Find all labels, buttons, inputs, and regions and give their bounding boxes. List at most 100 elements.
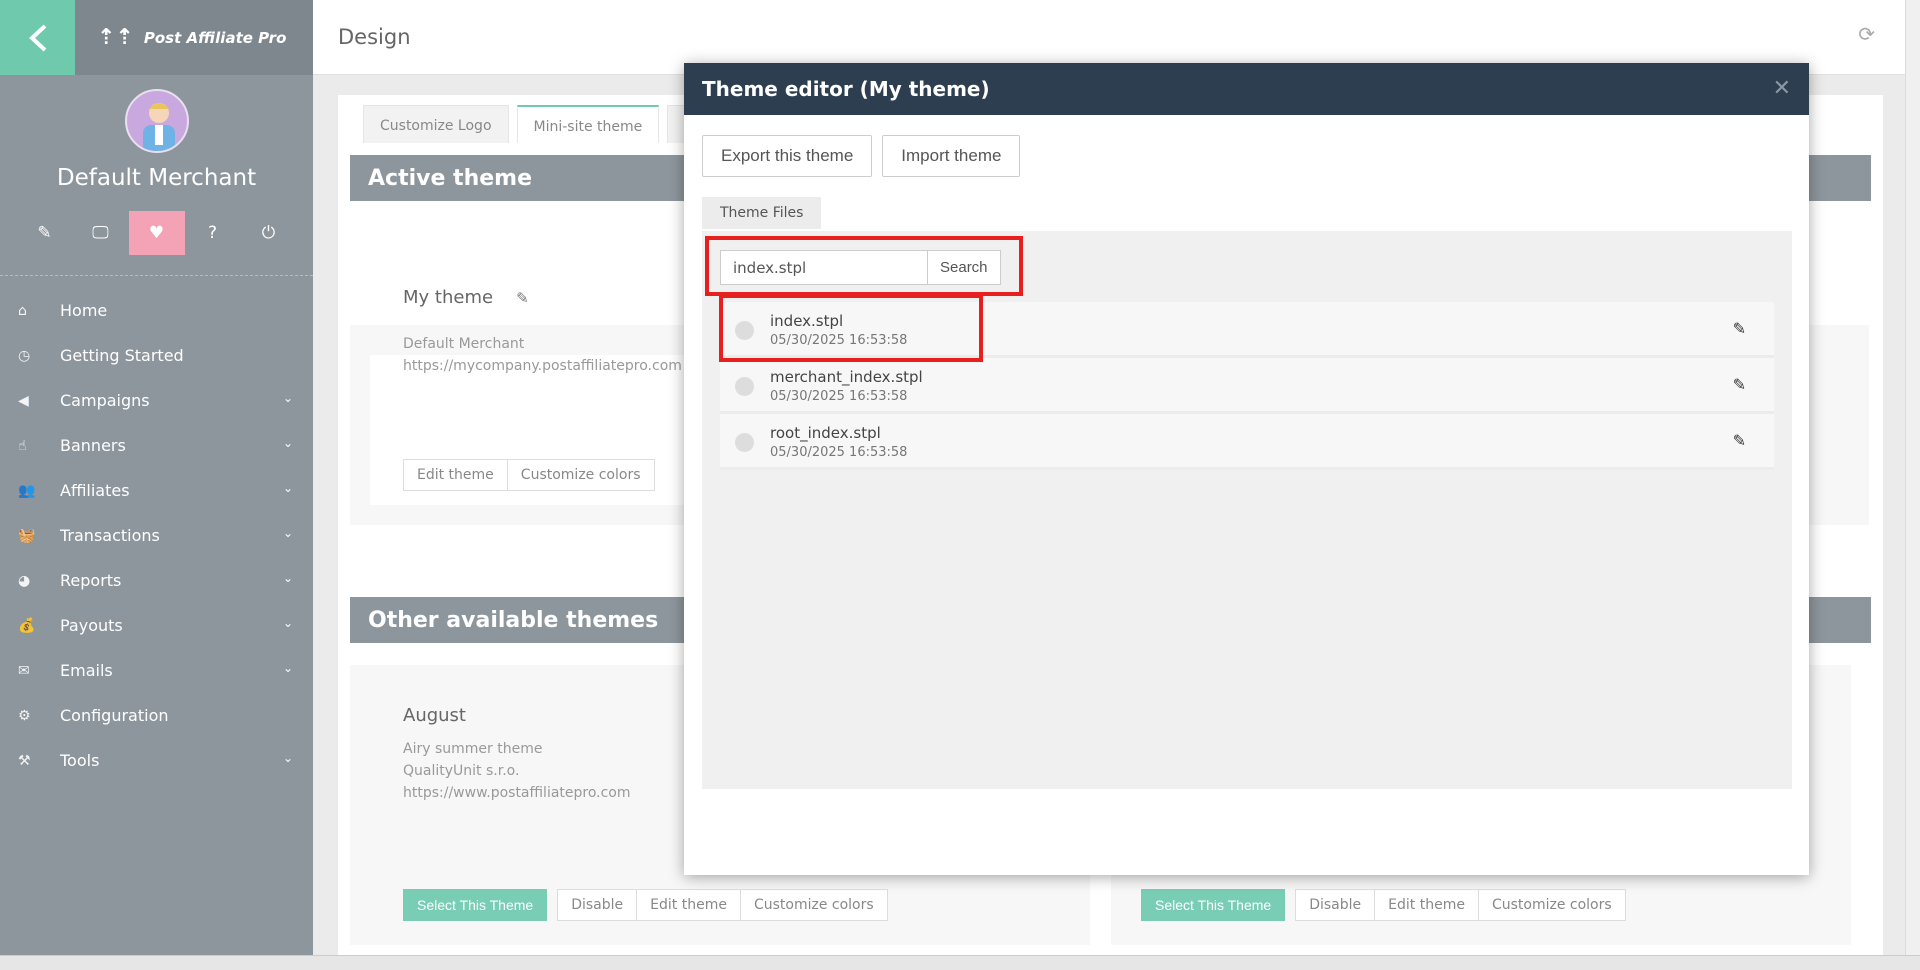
tab-customize-logo[interactable]: Customize Logo [363,105,509,143]
sidebar-nav: ⌂ Home ◷ Getting Started ◀ Campaigns ⌄ ☝ Bann… [0,288,313,783]
file-radio[interactable] [735,321,754,340]
envelope-icon: ✉ [18,662,30,679]
sidebar-item-payouts[interactable]: 💰 Payouts ⌄ [0,603,313,648]
sidebar-item-campaigns[interactable]: ◀ Campaigns ⌄ [0,378,313,423]
question-icon[interactable]: ? [185,211,241,255]
august-secondary-actions: Disable Edit theme Customize colors [557,889,888,921]
tab-theme-files[interactable]: Theme Files [702,197,822,229]
sidebar-item-affiliates[interactable]: 👥 Affiliates ⌄ [0,468,313,513]
modal-title: Theme editor (My theme) [702,77,990,101]
file-list: index.stpl 05/30/2025 16:53:58 ✎ merchan… [720,302,1774,470]
modal-actions: Export this theme Import theme [684,115,1809,177]
file-name: index.stpl [770,312,844,330]
theme-author-august: QualityUnit s.r.o. [403,763,520,779]
active-theme-author: Default Merchant [403,336,525,352]
file-radio[interactable] [735,433,754,452]
disable-button[interactable]: Disable [1295,889,1376,921]
file-name: merchant_index.stpl [770,368,923,386]
rename-pencil-icon[interactable]: ✎ [516,289,529,307]
sidebar-item-reports[interactable]: ◕ Reports ⌄ [0,558,313,603]
merchant-name: Default Merchant [56,165,257,191]
export-theme-button[interactable]: Export this theme [702,135,873,177]
monitor-icon[interactable]: 🖵 [73,211,129,255]
edit-pencil-icon[interactable]: ✎ [1733,375,1746,394]
customize-colors-button[interactable]: Customize colors [1478,889,1626,921]
chevron-down-icon: ⌄ [282,616,293,630]
edit-pencil-icon[interactable]: ✎ [1733,319,1746,338]
chevron-down-icon: ⌄ [282,571,293,585]
tab-mini-site-theme[interactable]: Mini-site theme [516,105,660,143]
chevron-down-icon: ⌄ [282,481,293,495]
file-search: Search [720,250,1001,285]
horizontal-scrollbar[interactable] [0,955,1920,970]
heart-pulse-icon[interactable]: ♥ [128,211,185,255]
chevron-down-icon: ⌄ [282,391,293,405]
back-button[interactable] [0,0,75,75]
august-theme-actions: Select This Theme Disable Edit theme Cus… [403,889,888,921]
active-theme-name: My theme ✎ [403,287,529,308]
tools-icon: ⚒ [18,752,31,769]
money-bag-icon: 💰 [18,617,36,634]
sidebar-item-configuration[interactable]: ⚙ Configuration [0,693,313,738]
pie-chart-icon: ◕ [18,572,31,589]
close-icon[interactable]: ✕ [1773,76,1791,101]
chevron-down-icon: ⌄ [282,661,293,675]
sidebar-item-transactions[interactable]: 🧺 Transactions ⌄ [0,513,313,558]
sidebar-item-banners[interactable]: ☝ Banners ⌄ [0,423,313,468]
file-search-input[interactable] [720,250,928,285]
pencil-icon[interactable]: ✎ [17,211,73,255]
edit-theme-button[interactable]: Edit theme [637,889,741,921]
file-date: 05/30/2025 16:53:58 [770,333,908,348]
basket-icon: 🧺 [18,527,36,544]
disable-button[interactable]: Disable [557,889,638,921]
file-row[interactable]: root_index.stpl 05/30/2025 16:53:58 ✎ [720,414,1774,470]
logo-text: Post Affiliate Pro [143,28,287,47]
home-icon: ⌂ [18,302,27,319]
sidebar-item-emails[interactable]: ✉ Emails ⌄ [0,648,313,693]
file-row[interactable]: index.stpl 05/30/2025 16:53:58 ✎ [720,302,1774,358]
file-name: root_index.stpl [770,424,881,442]
quick-actions: ✎ 🖵 ♥ ? ⏻ [0,211,313,276]
second-secondary-actions: Disable Edit theme Customize colors [1295,889,1626,921]
active-theme-actions: Edit theme Customize colors [403,459,655,491]
refresh-icon[interactable]: ⟳ [1858,22,1875,46]
avatar-person-icon [142,103,175,151]
theme-editor-modal: Theme editor (My theme) ✕ Export this th… [684,63,1809,875]
select-theme-button[interactable]: Select This Theme [403,889,548,921]
second-theme-actions: Select This Theme Disable Edit theme Cus… [1141,889,1626,921]
sidebar-top-bar: ⇡⇡ Post Affiliate Pro [0,0,313,75]
theme-name-august: August [403,705,466,726]
avatar[interactable] [124,89,189,153]
select-theme-button[interactable]: Select This Theme [1141,889,1286,921]
edit-pencil-icon[interactable]: ✎ [1733,431,1746,450]
chevron-down-icon: ⌄ [282,526,293,540]
search-button[interactable]: Search [928,250,1001,285]
file-date: 05/30/2025 16:53:58 [770,389,908,404]
hand-pointer-icon: ☝ [18,437,27,454]
sidebar: ⇡⇡ Post Affiliate Pro Default Merchant ✎… [0,0,313,955]
vertical-scrollbar[interactable] [1905,0,1920,955]
chevron-left-icon [28,24,46,51]
page-title: Design [338,25,411,49]
gear-icon: ⚙ [18,707,31,724]
app-logo[interactable]: ⇡⇡ Post Affiliate Pro [75,0,313,75]
logo-arrows-icon: ⇡⇡ [97,25,134,50]
customize-colors-button[interactable]: Customize colors [740,889,888,921]
stopwatch-icon: ◷ [18,347,31,364]
sidebar-item-getting-started[interactable]: ◷ Getting Started [0,333,313,378]
sidebar-item-home[interactable]: ⌂ Home [0,288,313,333]
chevron-down-icon: ⌄ [282,751,293,765]
active-theme-url: https://mycompany.postaffiliatepro.com [403,358,682,374]
theme-desc-august: Airy summer theme [403,741,543,757]
edit-theme-button[interactable]: Edit theme [1375,889,1479,921]
theme-url-august: https://www.postaffiliatepro.com [403,785,631,801]
customize-colors-button[interactable]: Customize colors [507,459,655,491]
edit-theme-button[interactable]: Edit theme [403,459,508,491]
file-row[interactable]: merchant_index.stpl 05/30/2025 16:53:58 … [720,358,1774,414]
sidebar-item-tools[interactable]: ⚒ Tools ⌄ [0,738,313,783]
file-date: 05/30/2025 16:53:58 [770,445,908,460]
megaphone-icon: ◀ [18,392,29,409]
import-theme-button[interactable]: Import theme [882,135,1021,177]
file-radio[interactable] [735,377,754,396]
power-icon[interactable]: ⏻ [241,211,297,255]
